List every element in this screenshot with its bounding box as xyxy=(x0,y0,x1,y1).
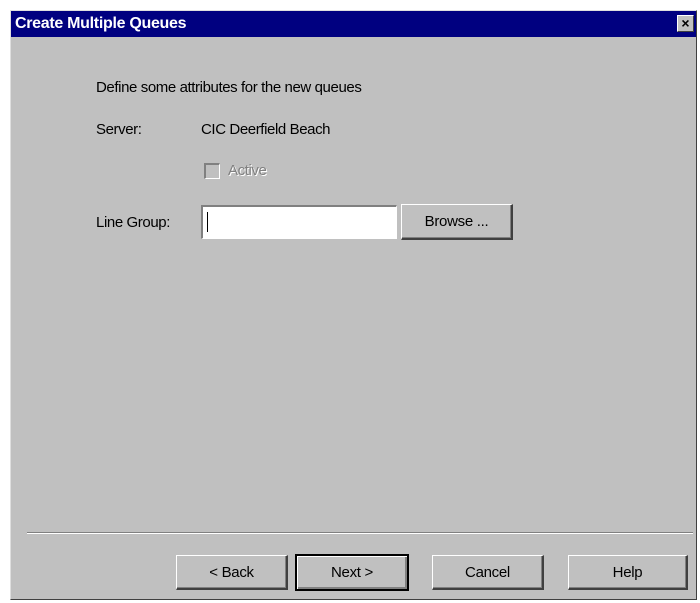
next-button[interactable]: Next > xyxy=(295,554,409,591)
close-icon[interactable]: × xyxy=(677,15,694,32)
cancel-button[interactable]: Cancel xyxy=(432,555,544,590)
server-label: Server: xyxy=(96,121,142,138)
line-group-label: Line Group: xyxy=(96,214,170,231)
help-button[interactable]: Help xyxy=(568,555,688,590)
browse-button[interactable]: Browse ... xyxy=(401,204,513,240)
server-value: CIC Deerfield Beach xyxy=(201,121,331,138)
active-checkbox-label: Active xyxy=(228,162,267,179)
button-separator xyxy=(27,532,693,534)
back-button[interactable]: < Back xyxy=(176,555,288,590)
line-group-input[interactable] xyxy=(201,205,397,239)
window-title: Create Multiple Queues xyxy=(15,15,187,32)
text-caret xyxy=(207,212,208,232)
title-bar: Create Multiple Queues × xyxy=(11,11,696,37)
active-checkbox xyxy=(204,163,220,179)
create-multiple-queues-dialog: Create Multiple Queues × Define some att… xyxy=(10,10,697,600)
intro-text: Define some attributes for the new queue… xyxy=(96,79,362,96)
